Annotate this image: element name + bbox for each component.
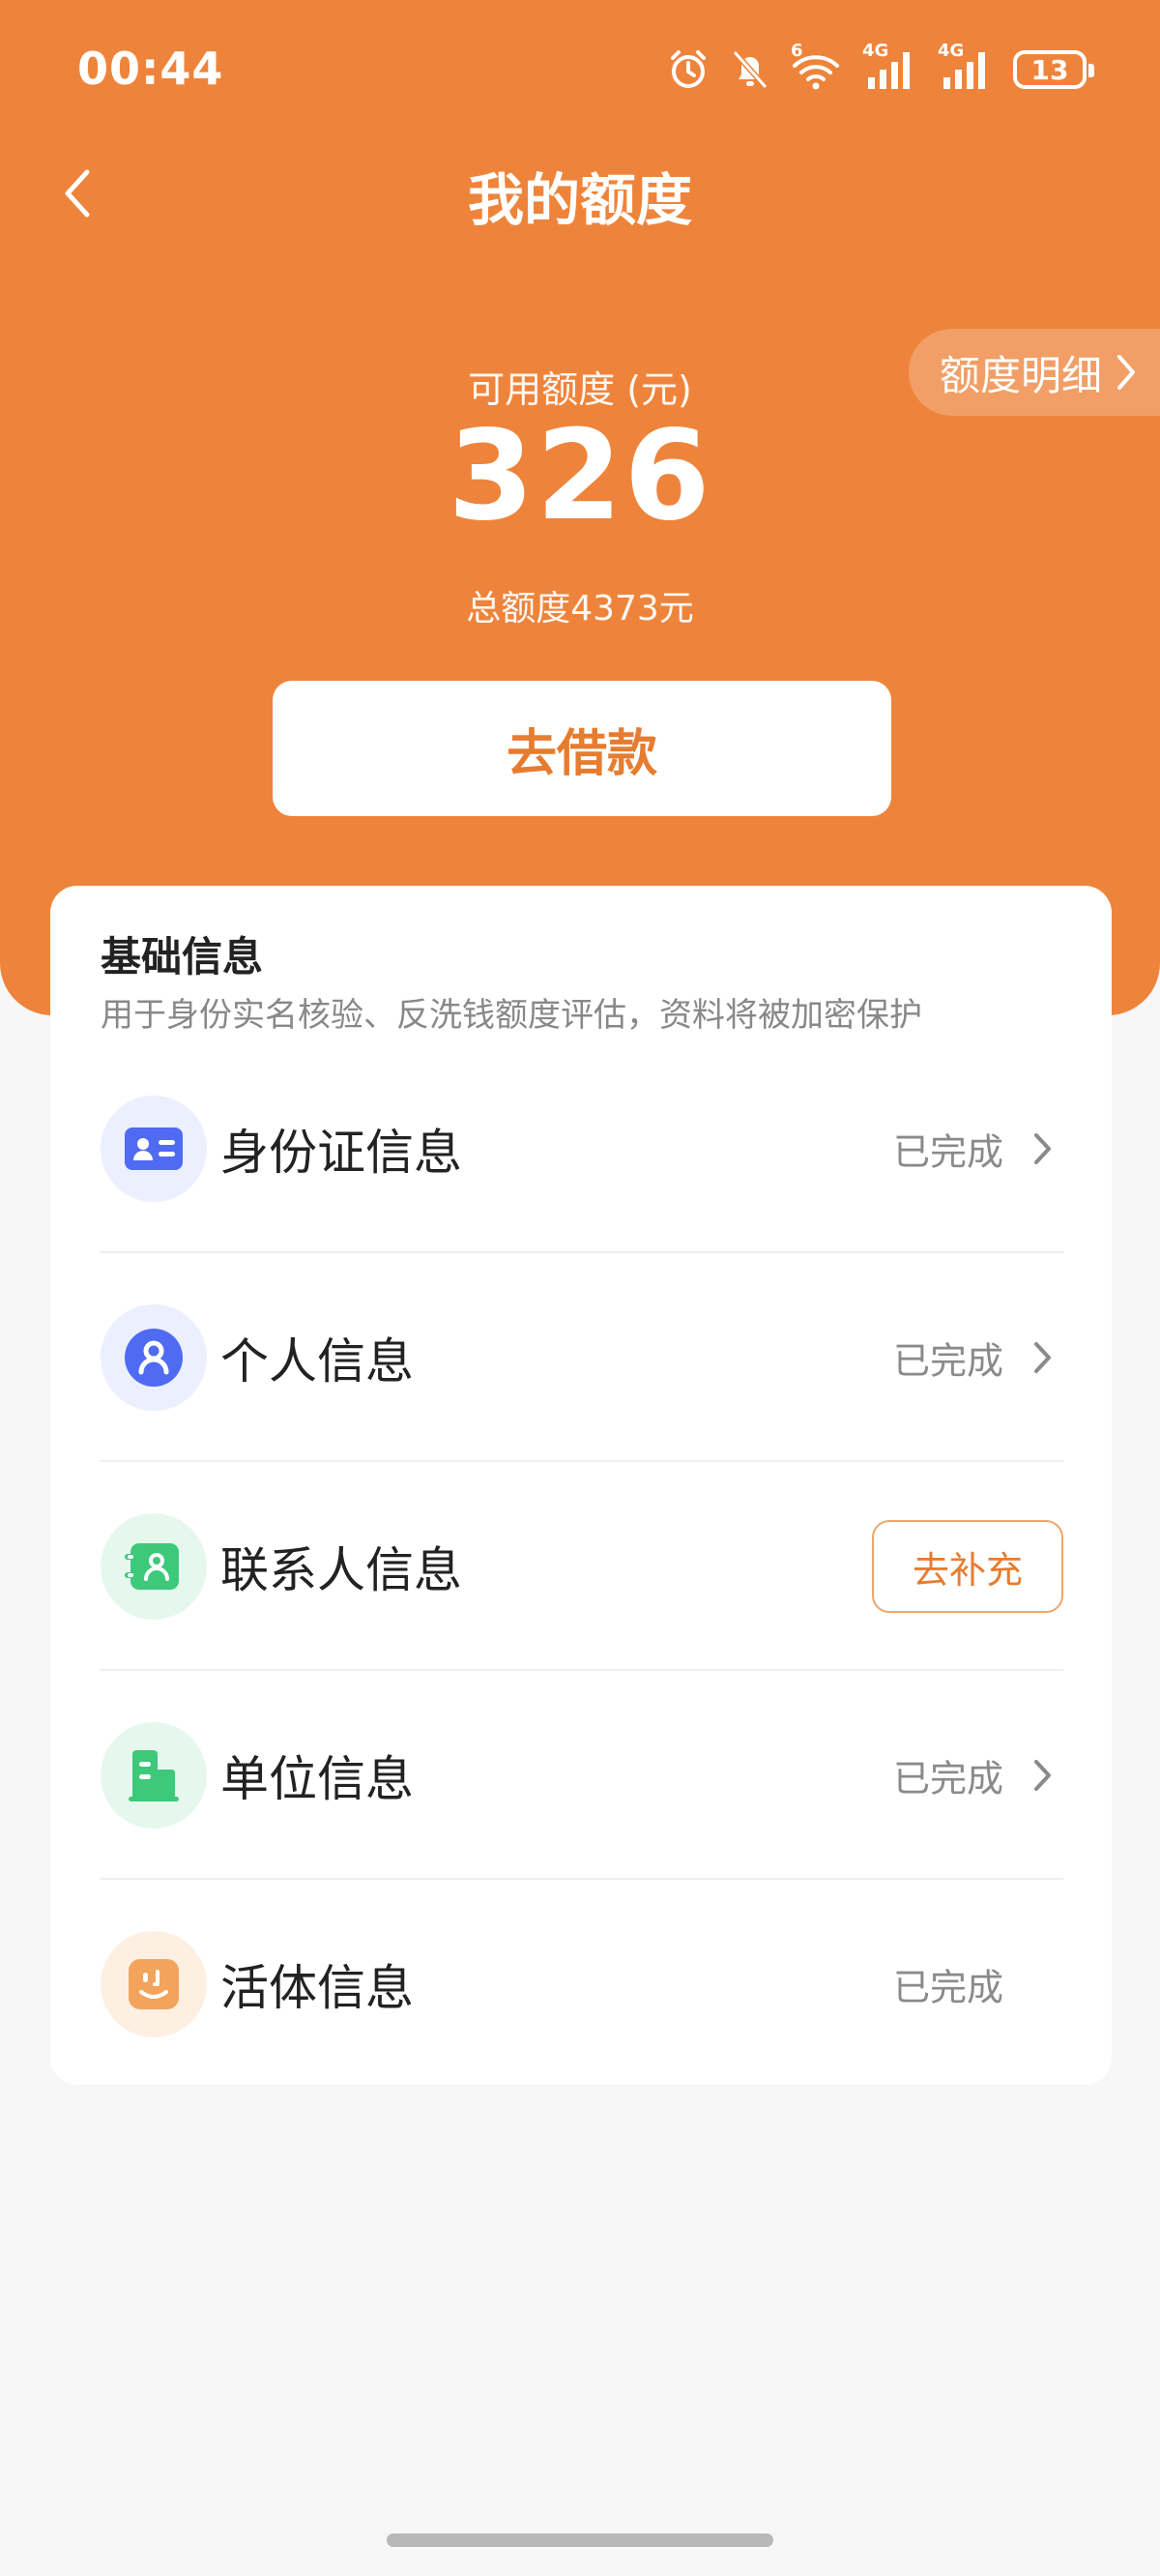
complete-info-button[interactable]: 去补充 (872, 1520, 1063, 1613)
sim2-label: 4G (938, 41, 965, 61)
info-row-status: 已完成 (892, 1339, 1003, 1383)
home-indicator[interactable] (387, 2533, 773, 2547)
total-quota-label: 总额度4373元 (466, 589, 694, 629)
building-icon-badge (101, 1722, 207, 1829)
quota-header-panel: 00:44 6 4G 4G 13 我的额度 额度明细 可用额度 (元) 326 … (0, 0, 1160, 1015)
sim1-label: 4G (862, 41, 889, 61)
bell-muted-icon (732, 50, 768, 89)
info-row-label: 联系人信息 (220, 1542, 462, 1598)
chevron-right-icon (1034, 1760, 1051, 1791)
info-row-id-card[interactable]: 身份证信息 已完成 (101, 1044, 1063, 1253)
status-bar: 00:44 6 4G 4G 13 (0, 0, 1160, 145)
info-row-status: 已完成 (892, 1757, 1003, 1800)
sim1-indicator: 4G (862, 41, 916, 91)
info-row-employer[interactable]: 单位信息 已完成 (101, 1671, 1063, 1880)
basic-info-title: 基础信息 (101, 933, 264, 981)
person-icon (125, 1329, 183, 1387)
page: 00:44 6 4G 4G 13 我的额度 额度明细 可用额度 (元) 326 … (0, 0, 1160, 2576)
face-icon-badge (101, 1931, 207, 2037)
contacts-icon (125, 1543, 179, 1590)
battery-icon: 13 (1013, 50, 1094, 89)
info-row-label: 单位信息 (220, 1751, 414, 1807)
status-time: 00:44 (77, 43, 224, 95)
wifi-indicator: 6 (791, 41, 841, 91)
battery-level: 13 (1030, 53, 1069, 86)
info-row-personal[interactable]: 个人信息 已完成 (101, 1253, 1063, 1462)
info-row-status: 已完成 (892, 1130, 1003, 1174)
id-card-icon (125, 1127, 183, 1170)
contacts-icon-badge (101, 1513, 207, 1620)
id-card-icon-badge (101, 1096, 207, 1202)
basic-info-subtitle: 用于身份实名核验、反洗钱额度评估，资料将被加密保护 (101, 996, 922, 1035)
status-icons: 6 4G 4G 13 (667, 41, 1094, 97)
info-row-status: 已完成 (892, 1966, 1003, 2009)
chevron-right-icon (1034, 1133, 1051, 1164)
info-row-liveness[interactable]: 活体信息 已完成 (101, 1880, 1063, 2089)
borrow-button[interactable]: 去借款 (273, 681, 891, 816)
available-quota-amount: 326 (448, 404, 712, 548)
chevron-right-icon (1034, 1342, 1051, 1373)
face-icon (129, 1959, 179, 2009)
building-icon (129, 1750, 179, 1801)
wifi-label: 6 (791, 41, 803, 61)
person-icon-badge (101, 1304, 207, 1411)
page-title: 我的额度 (467, 167, 692, 233)
info-row-label: 身份证信息 (220, 1125, 462, 1181)
info-row-label: 活体信息 (220, 1960, 414, 2016)
basic-info-card: 基础信息 用于身份实名核验、反洗钱额度评估，资料将被加密保护 身份证信息 已完成 (50, 886, 1112, 2085)
info-row-contacts[interactable]: 联系人信息 去补充 (101, 1462, 1063, 1671)
info-row-label: 个人信息 (220, 1333, 414, 1390)
alarm-icon (671, 50, 706, 88)
sim2-indicator: 4G (938, 41, 992, 91)
